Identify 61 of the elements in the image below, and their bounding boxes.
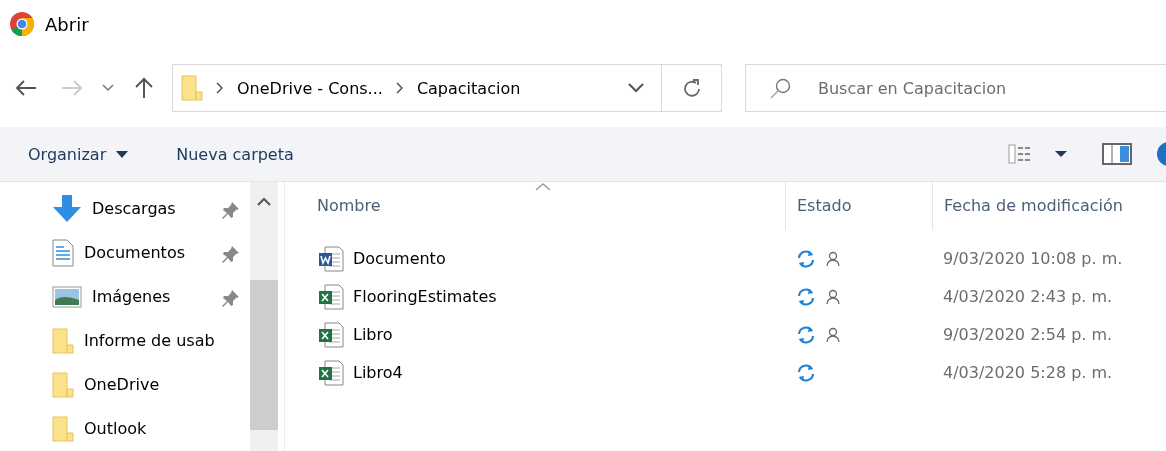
address-bar[interactable]: OneDrive - Cons... Capacitacion bbox=[172, 64, 722, 113]
column-header[interactable]: Nombre bbox=[285, 182, 785, 230]
search-icon bbox=[770, 77, 792, 100]
folder-icon bbox=[52, 328, 74, 354]
browser-logo-icon bbox=[9, 11, 35, 38]
scroll-up-icon[interactable] bbox=[257, 197, 271, 207]
refresh-icon bbox=[682, 78, 701, 99]
chevron-icon bbox=[394, 82, 405, 95]
chevron-down-icon bbox=[628, 83, 644, 94]
table-cell-text: 9/03/2020 2:54 p. m. bbox=[942, 325, 1114, 345]
pin-icon bbox=[222, 289, 240, 307]
sidebar-item[interactable]: Descargas bbox=[0, 187, 250, 231]
spreadsheet-icon bbox=[317, 321, 345, 349]
sort-caret-icon bbox=[535, 182, 551, 191]
download-arrow-icon bbox=[52, 195, 82, 223]
file-name[interactable]: FlooringEstimates bbox=[285, 283, 785, 311]
preview-pane-icon[interactable] bbox=[1102, 143, 1132, 166]
person-icon bbox=[826, 327, 840, 343]
spreadsheet-icon bbox=[317, 359, 345, 387]
pin-icon bbox=[222, 201, 240, 219]
breadcrumb[interactable]: OneDrive - Cons... bbox=[237, 78, 383, 98]
up-arrow-icon bbox=[134, 77, 154, 100]
new-folder-button[interactable]: Nueva carpeta bbox=[176, 144, 294, 164]
spreadsheet-icon bbox=[317, 283, 345, 311]
file-name[interactable]: Libro4 bbox=[285, 359, 785, 387]
pin-icon bbox=[222, 245, 240, 263]
help-icon[interactable] bbox=[1156, 141, 1166, 168]
back-arrow-icon bbox=[15, 79, 37, 98]
file-name[interactable]: Libro bbox=[285, 321, 785, 349]
column-header[interactable]: Estado bbox=[785, 182, 932, 230]
sync-icon bbox=[796, 326, 816, 344]
scrollbar-thumb[interactable] bbox=[250, 280, 278, 430]
caret-icon bbox=[116, 150, 129, 158]
folder-icon bbox=[52, 372, 74, 398]
folder-icon bbox=[181, 75, 203, 102]
sync-icon bbox=[796, 250, 816, 268]
picture-icon bbox=[52, 286, 82, 308]
window-title: Abrir bbox=[45, 13, 89, 35]
table-cell-text: 4/03/2020 5:28 p. m. bbox=[942, 363, 1114, 383]
sidebar-item[interactable]: Outlook bbox=[0, 407, 250, 451]
sync-icon bbox=[796, 364, 816, 382]
chevron-down-icon bbox=[102, 84, 114, 93]
breadcrumb[interactable]: Capacitacion bbox=[416, 78, 521, 98]
table-cell-text: 4/03/2020 2:43 p. m. bbox=[942, 287, 1114, 307]
document-icon bbox=[52, 239, 74, 267]
sidebar-item[interactable]: Imágenes bbox=[0, 275, 250, 319]
sidebar-item[interactable]: OneDrive bbox=[0, 363, 250, 407]
column-header[interactable]: Fecha de modificación bbox=[932, 182, 1166, 230]
person-icon bbox=[826, 251, 840, 267]
sidebar-item[interactable]: Informe de usab bbox=[0, 319, 250, 363]
chevron-icon bbox=[215, 82, 225, 95]
forward-arrow-icon bbox=[61, 79, 83, 98]
person-icon bbox=[826, 289, 840, 305]
folder-icon bbox=[52, 416, 74, 442]
organize-menu[interactable]: Organizar bbox=[28, 144, 129, 164]
search-field[interactable]: Buscar en Capacitacion bbox=[745, 64, 1166, 113]
sync-icon bbox=[796, 288, 816, 306]
file-name[interactable]: Documento bbox=[285, 245, 785, 273]
word-document-icon bbox=[317, 245, 345, 273]
table-cell-text: 9/03/2020 10:08 p. m. bbox=[942, 249, 1124, 269]
sidebar-item[interactable]: Documentos bbox=[0, 231, 250, 275]
